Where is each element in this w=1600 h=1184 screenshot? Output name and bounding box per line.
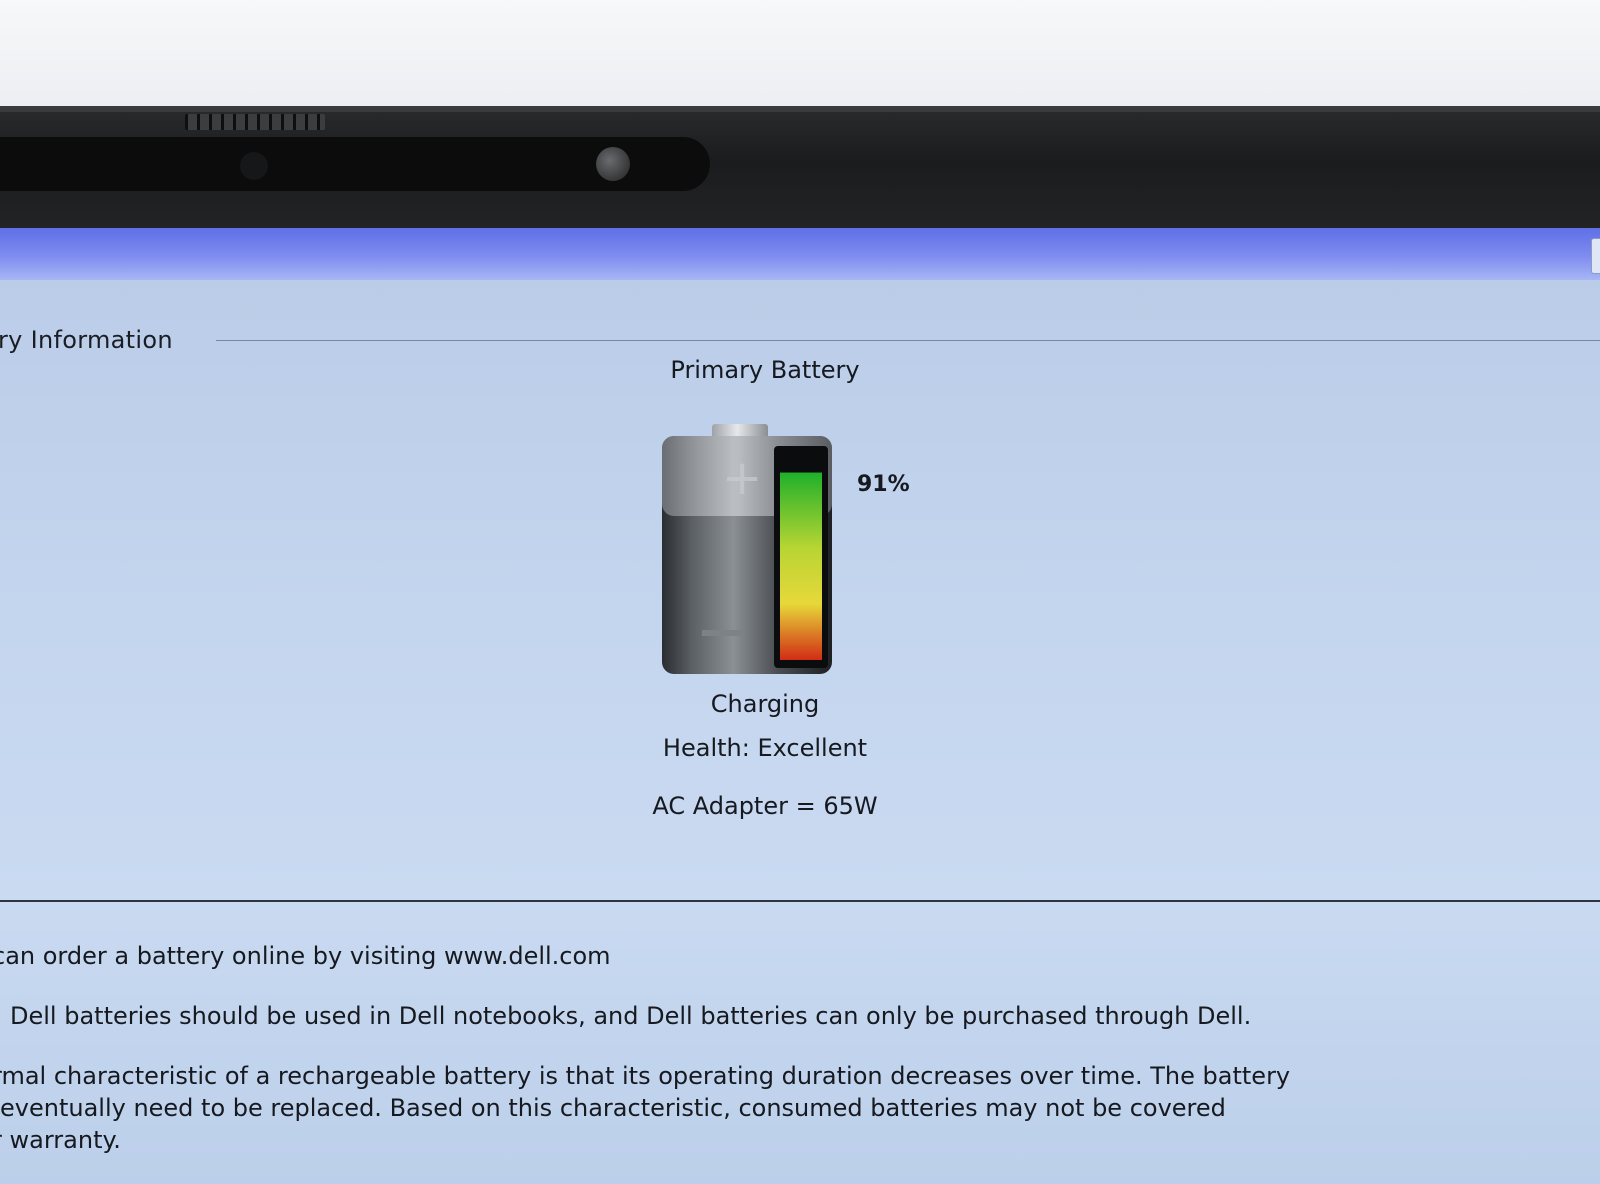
bezel-vent <box>185 114 325 130</box>
battery-icon: + <box>662 424 832 674</box>
battery-level-fill <box>780 472 822 660</box>
plus-icon: + <box>722 450 762 506</box>
note-dell-batteries: Dell batteries should be used in Dell no… <box>0 1000 1592 1032</box>
bezel-edge <box>0 106 1600 112</box>
note-line: Dell batteries should be used in Dell no… <box>10 1002 1252 1030</box>
charge-percent: 91% <box>857 472 910 497</box>
minus-icon <box>702 630 742 636</box>
ir-sensor <box>240 152 268 180</box>
note-order-online: can order a battery online by visiting w… <box>0 940 1592 972</box>
battery-notes: can order a battery online by visiting w… <box>0 940 1592 1184</box>
group-title: ry Information <box>0 326 173 354</box>
note-line: rmal characteristic of a rechargeable ba… <box>0 1062 1291 1090</box>
note-line: can order a battery online by visiting w… <box>0 942 611 970</box>
battery-name: Primary Battery <box>670 356 860 384</box>
group-border <box>216 340 1600 341</box>
ac-adapter-info: AC Adapter = 65W <box>652 792 878 820</box>
webcam <box>596 147 630 181</box>
note-line: r warranty. <box>0 1126 121 1154</box>
note-line: eventually need to be replaced. Based on… <box>0 1094 1226 1122</box>
charge-status: Charging <box>710 690 820 718</box>
background-wall <box>0 0 1600 108</box>
battery-health: Health: Excellent <box>662 734 868 762</box>
window-control-button[interactable] <box>1591 238 1600 274</box>
section-divider <box>0 900 1600 902</box>
note-warranty: rmal characteristic of a rechargeable ba… <box>0 1060 1592 1156</box>
window-titlebar <box>0 228 1600 280</box>
